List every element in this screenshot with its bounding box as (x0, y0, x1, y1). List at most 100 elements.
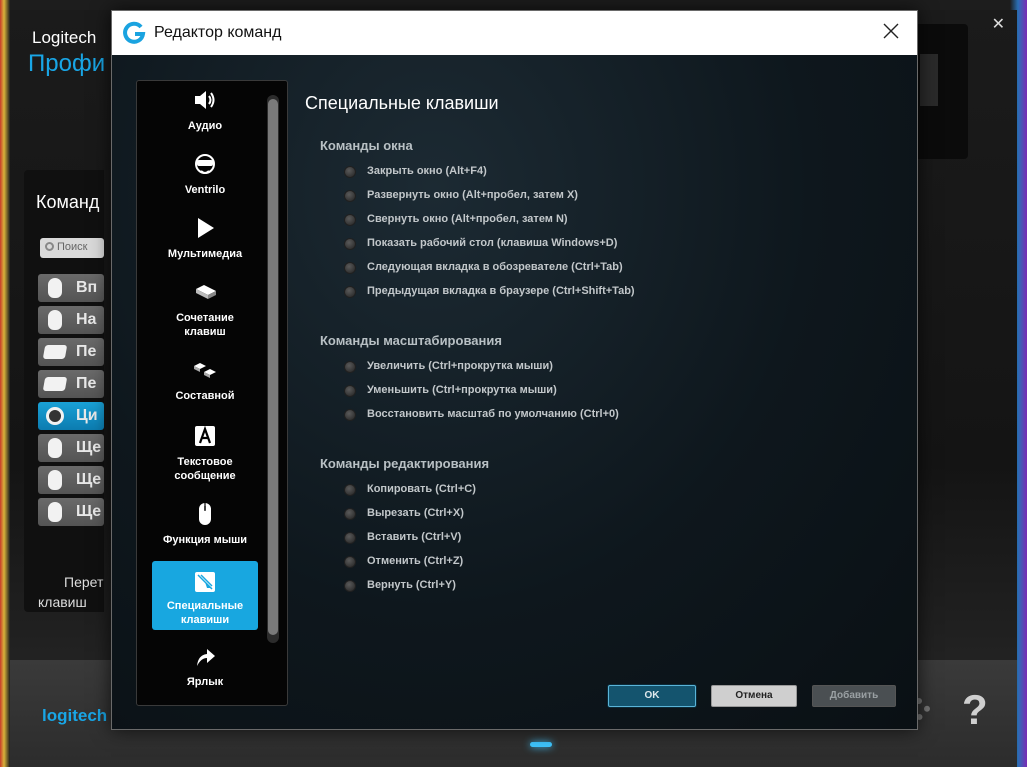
background-command-item[interactable]: Ще (38, 434, 104, 462)
radio-button[interactable] (344, 262, 356, 274)
option-label: Вернуть (Ctrl+Y) (367, 579, 456, 591)
sidebar-item-label: Функция мыши (162, 534, 248, 546)
background-command-item[interactable]: Пе (38, 370, 104, 398)
speaker-icon (195, 91, 215, 109)
background-brand-text: Logitech (32, 28, 97, 47)
keyboard-key-icon (42, 377, 68, 391)
radio-button[interactable] (344, 238, 356, 250)
sidebar-item-shortcut[interactable]: Ярлык (152, 643, 258, 689)
option-label: Восстановить масштаб по умолчанию (Ctrl+… (367, 408, 619, 420)
background-command-label: Ще (76, 471, 102, 488)
radio-button[interactable] (344, 508, 356, 520)
radio-button[interactable] (344, 214, 356, 226)
active-indicator (530, 742, 552, 747)
content-title: Специальные клавиши (305, 93, 499, 113)
background-command-item[interactable]: Ще (38, 466, 104, 494)
background-search-placeholder: Поиск (57, 241, 88, 253)
background-commands-title: Команд (36, 192, 100, 212)
sidebar-item-label: Сочетание клавиш (176, 312, 234, 338)
background-command-item[interactable]: Ще (38, 498, 104, 526)
radio-button[interactable] (344, 166, 356, 178)
radio-button[interactable] (344, 532, 356, 544)
background-command-label: Ци (76, 407, 98, 424)
background-command-item[interactable]: На (38, 306, 104, 334)
radio-button[interactable] (344, 286, 356, 298)
sidebar-scrollbar[interactable] (267, 95, 279, 643)
keyboard-key-icon (42, 345, 68, 359)
option-label: Развернуть окно (Alt+пробел, затем X) (367, 189, 578, 201)
radio-button[interactable] (344, 190, 356, 202)
shortcut-arrow-icon (197, 649, 215, 666)
sidebar-item-audio[interactable]: Аудио (152, 87, 258, 133)
mouse-function-icon (199, 503, 211, 525)
background-close-icon[interactable]: ✕ (992, 14, 1005, 34)
mouse-icon (48, 470, 62, 490)
sidebar-item-special-keys[interactable]: Специальные клавиши (152, 561, 258, 630)
radio-button[interactable] (344, 580, 356, 592)
option-label: Увеличить (Ctrl+прокрутка мыши) (367, 360, 553, 372)
background-command-label: Пе (76, 343, 97, 360)
mouse-icon (48, 310, 62, 330)
ok-button[interactable]: OK (608, 685, 696, 707)
sidebar-item-text-message[interactable]: Текстовое сообщение (152, 423, 258, 483)
background-reassign-text: Перет клавиш (38, 572, 103, 612)
special-key-icon (195, 572, 215, 592)
background-command-label: Пе (76, 375, 97, 392)
sidebar-item-label: Текстовое сообщение (174, 456, 236, 482)
radio-button[interactable] (344, 385, 356, 397)
sidebar-item-ventrilo[interactable]: Ventrilo (152, 151, 258, 197)
radio-button[interactable] (344, 556, 356, 568)
sidebar-item-multikey[interactable]: Составной (152, 357, 258, 403)
background-profile-label: Профи (28, 50, 106, 77)
search-icon (45, 242, 54, 251)
background-right-panel (910, 24, 968, 159)
help-icon[interactable]: ? (962, 686, 988, 734)
background-command-label: Ще (76, 439, 102, 456)
option-label: Закрыть окно (Alt+F4) (367, 165, 487, 177)
command-editor-dialog: Редактор команд Аудио Ventrilo Мультимед… (111, 10, 918, 730)
sidebar-item-label: Ventrilo (184, 184, 226, 196)
background-command-label: Вп (76, 279, 98, 296)
background-command-item[interactable]: Пе (38, 338, 104, 366)
gear-f-icon (46, 407, 64, 425)
option-label: Предыдущая вкладка в браузере (Ctrl+Shif… (367, 285, 635, 297)
option-label: Вставить (Ctrl+V) (367, 531, 462, 543)
background-reassign-line: клавиш (38, 594, 87, 610)
mouse-icon (48, 438, 62, 458)
logitech-g-logo-icon (123, 21, 146, 44)
mouse-icon (48, 278, 62, 298)
radio-button[interactable] (344, 484, 356, 496)
option-label: Отменить (Ctrl+Z) (367, 555, 464, 567)
sidebar-item-mouse-function[interactable]: Функция мыши (152, 501, 258, 547)
option-label: Свернуть окно (Alt+пробел, затем N) (367, 213, 568, 225)
dialog-title: Редактор команд (154, 24, 282, 41)
group-title-zoom: Команды масштабирования (320, 333, 502, 348)
headset-icon (195, 154, 215, 174)
play-icon (198, 218, 214, 238)
option-label: Копировать (Ctrl+C) (367, 483, 476, 495)
background-command-label: Ще (76, 503, 102, 520)
add-button[interactable]: Добавить (812, 685, 896, 707)
sidebar-item-label: Специальные клавиши (166, 600, 244, 626)
sidebar-item-multimedia[interactable]: Мультимедиа (152, 215, 258, 261)
background-command-item[interactable]: Вп (38, 274, 104, 302)
cancel-button[interactable]: Отмена (711, 685, 797, 707)
dialog-titlebar[interactable]: Редактор команд (112, 11, 917, 55)
background-reassign-line: Перет (64, 574, 104, 590)
group-title-window: Команды окна (320, 138, 413, 153)
sidebar-item-label: Аудио (187, 120, 223, 132)
radio-button[interactable] (344, 361, 356, 373)
option-label: Вырезать (Ctrl+X) (367, 507, 464, 519)
background-command-item[interactable]: Ци (38, 402, 104, 430)
sidebar-scrollbar-thumb[interactable] (268, 99, 278, 635)
command-type-sidebar: Аудио Ventrilo Мультимедиа Сочетание кла… (136, 80, 288, 706)
background-search-input[interactable]: Поиск (40, 238, 104, 258)
sidebar-item-label: Мультимедиа (167, 248, 243, 260)
background-right-panel-slot (920, 54, 938, 106)
sidebar-item-label: Ярлык (186, 676, 224, 688)
option-label: Уменьшить (Ctrl+прокрутка мыши) (367, 384, 557, 396)
radio-button[interactable] (344, 409, 356, 421)
close-icon[interactable] (879, 19, 903, 43)
sidebar-item-keystroke[interactable]: Сочетание клавиш (152, 279, 258, 339)
group-title-edit: Команды редактирования (320, 456, 490, 471)
